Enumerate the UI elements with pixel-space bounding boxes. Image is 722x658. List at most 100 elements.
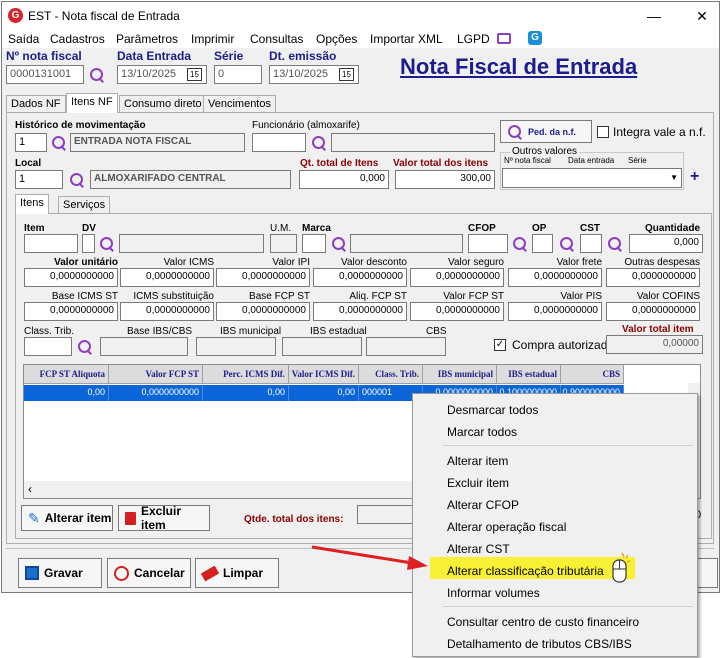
base-input-5[interactable]: 0,0000000000	[508, 302, 602, 321]
class-trib-input[interactable]	[24, 337, 72, 356]
tab-consumo-direto[interactable]: Consumo direto	[119, 95, 207, 113]
column-header[interactable]: CBS	[561, 365, 624, 384]
ped-nf-button[interactable]: Ped. da n.f.	[500, 120, 592, 143]
column-header[interactable]: IBS estadual	[497, 365, 561, 384]
add-icon[interactable]: +	[690, 168, 699, 186]
search-icon[interactable]	[559, 236, 575, 252]
compra-autorizada-checkbox[interactable]: ✓	[494, 339, 506, 351]
value-input-1[interactable]: 0,0000000000	[120, 268, 214, 287]
table-cell[interactable]: 0,0000000000	[109, 385, 203, 401]
value-label-5: Valor frete	[556, 257, 602, 268]
tab-vencimentos[interactable]: Vencimentos	[203, 95, 276, 113]
table-cell[interactable]: 0,00	[203, 385, 289, 401]
tab-dados-nf[interactable]: Dados NF	[6, 95, 66, 113]
menu-item-desmarcar-todos[interactable]: Desmarcar todos	[447, 401, 538, 419]
emissao-label: Dt. emissão	[269, 49, 337, 63]
marca-input[interactable]	[302, 234, 326, 253]
menu-imprimir[interactable]: Imprimir	[191, 32, 234, 46]
tab-itens[interactable]: Itens	[15, 194, 49, 214]
base-input-2[interactable]: 0,0000000000	[216, 302, 310, 321]
menu-item-marcar-todos[interactable]: Marcar todos	[447, 423, 517, 441]
column-header[interactable]: FCP ST Aliquota	[24, 365, 109, 384]
calendar-icon[interactable]: 15	[339, 68, 354, 81]
value-input-0[interactable]: 0,0000000000	[24, 268, 118, 287]
menu-saida[interactable]: Saída	[8, 32, 39, 46]
outros-valores-select[interactable]: ▼	[502, 168, 682, 188]
base-input-1[interactable]: 0,0000000000	[120, 302, 214, 321]
calendar-icon[interactable]: 15	[187, 68, 202, 81]
limpar-button[interactable]: Limpar	[195, 558, 279, 588]
cancelar-button[interactable]: Cancelar	[107, 558, 191, 588]
menu-parametros[interactable]: Parâmetros	[116, 32, 178, 46]
tab-itens-nf[interactable]: Itens NF	[66, 93, 118, 113]
table-cell[interactable]: 0,00	[289, 385, 359, 401]
funcionario-code-input[interactable]	[252, 133, 306, 152]
minimize-button[interactable]: —	[642, 6, 666, 26]
quantidade-input[interactable]: 0,000	[629, 234, 703, 253]
excluir-item-button[interactable]: Excluir item	[118, 504, 210, 532]
cfop-input[interactable]	[468, 234, 508, 253]
op-input[interactable]	[532, 234, 553, 253]
menu-item-alterar-cst[interactable]: Alterar CST	[447, 540, 510, 558]
close-button[interactable]: ✕	[690, 6, 714, 26]
value-input-2[interactable]: 0,0000000000	[216, 268, 310, 287]
menu-opcoes[interactable]: Opções	[316, 32, 357, 46]
cst-input[interactable]	[580, 234, 602, 253]
nota-fiscal-input[interactable]: 0000131001	[6, 65, 84, 84]
historico-code-input[interactable]: 1	[15, 133, 47, 152]
column-header[interactable]: IBS municipal	[423, 365, 497, 384]
scroll-left-icon[interactable]: ‹	[28, 482, 32, 496]
menu-item-detalhamento-tributos[interactable]: Detalhamento de tributos CBS/IBS	[447, 635, 632, 653]
search-icon[interactable]	[69, 172, 85, 188]
menu-item-consultar-centro-custo[interactable]: Consultar centro de custo financeiro	[447, 613, 639, 631]
menu-item-informar-volumes[interactable]: Informar volumes	[447, 584, 540, 602]
gravar-button[interactable]: Gravar	[18, 558, 102, 588]
search-icon[interactable]	[311, 135, 327, 151]
value-label-4: Valor seguro	[448, 257, 504, 268]
column-header[interactable]: Valor FCP ST	[109, 365, 203, 384]
local-code-input[interactable]: 1	[15, 170, 63, 189]
ibs-municipal-label: IBS municipal	[220, 326, 282, 337]
menu-lgpd[interactable]: LGPD	[457, 32, 490, 46]
base-input-0[interactable]: 0,0000000000	[24, 302, 118, 321]
column-header[interactable]: Valor ICMS Dif.	[289, 365, 359, 384]
tab-servicos[interactable]: Serviços	[58, 196, 111, 214]
value-input-5[interactable]: 0,0000000000	[508, 268, 602, 287]
dv-input[interactable]	[82, 234, 95, 253]
value-input-6[interactable]: 0,0000000000	[606, 268, 700, 287]
um-label: U.M.	[270, 223, 292, 234]
search-icon[interactable]	[77, 339, 93, 355]
base-input-3[interactable]: 0,0000000000	[313, 302, 407, 321]
alterar-item-button[interactable]: ✎ Alterar item	[21, 505, 113, 531]
menu-item-alterar-item[interactable]: Alterar item	[447, 452, 508, 470]
menu-importar-xml[interactable]: Importar XML	[370, 32, 443, 46]
serie-input[interactable]: 0	[214, 65, 262, 84]
column-header[interactable]: Class. Trib.	[359, 365, 423, 384]
menu-item-excluir-item[interactable]: Excluir item	[447, 474, 509, 492]
monitor-icon[interactable]	[497, 33, 511, 44]
table-cell[interactable]: 0,00	[24, 385, 109, 401]
value-input-3[interactable]: 0,0000000000	[313, 268, 407, 287]
base-label-0: Base ICMS ST	[51, 291, 118, 302]
search-icon[interactable]	[99, 236, 115, 252]
search-icon[interactable]	[89, 67, 105, 83]
value-input-4[interactable]: 0,0000000000	[410, 268, 504, 287]
excluir-item-label: Excluir item	[141, 504, 182, 532]
base-input-6[interactable]: 0,0000000000	[606, 302, 700, 321]
menu-cadastros[interactable]: Cadastros	[50, 32, 105, 46]
g-app-icon[interactable]: G	[528, 31, 542, 45]
nota-fiscal-label: Nº nota fiscal	[6, 49, 82, 63]
item-input[interactable]	[24, 234, 78, 253]
integra-checkbox[interactable]	[597, 126, 609, 138]
search-icon[interactable]	[607, 236, 623, 252]
menu-item-alterar-cfop[interactable]: Alterar CFOP	[447, 496, 519, 514]
column-header[interactable]: Perc. ICMS Dif.	[203, 365, 289, 384]
title-bar: G EST - Nota fiscal de Entrada — ✕	[2, 2, 719, 30]
menu-item-alterar-operacao-fiscal[interactable]: Alterar operação fiscal	[447, 518, 566, 536]
search-icon[interactable]	[512, 236, 528, 252]
search-icon[interactable]	[51, 135, 67, 151]
menu-item-alterar-classificacao-tributaria[interactable]: Alterar classificação tributária	[447, 562, 604, 580]
search-icon[interactable]	[331, 236, 347, 252]
menu-consultas[interactable]: Consultas	[250, 32, 303, 46]
base-input-4[interactable]: 0,0000000000	[410, 302, 504, 321]
